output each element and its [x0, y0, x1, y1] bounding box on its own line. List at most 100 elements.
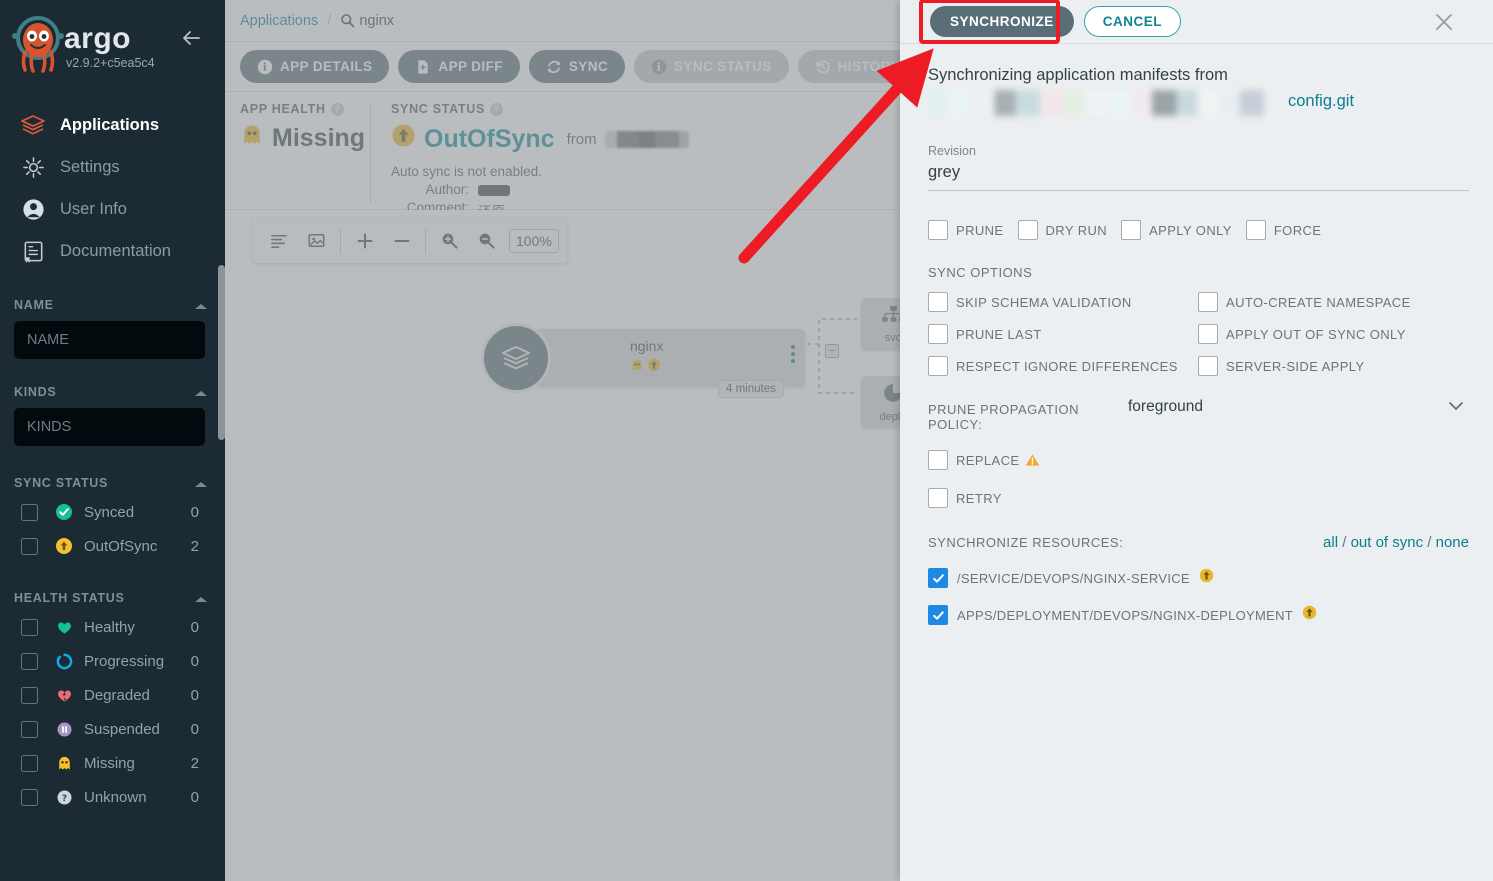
chevron-up-icon[interactable]: [193, 478, 209, 488]
breadcrumb-applications-link[interactable]: Applications: [240, 13, 318, 29]
filter-row-label: Healthy: [84, 618, 135, 636]
kebab-menu-icon[interactable]: [791, 345, 795, 363]
select-out-of-sync-link[interactable]: out of sync: [1351, 534, 1424, 551]
align-left-icon[interactable]: [261, 218, 298, 263]
circle-notch-icon: [55, 652, 73, 670]
filter-row-progressing[interactable]: Progressing 0: [14, 644, 211, 678]
chevron-up-icon[interactable]: [193, 593, 209, 603]
checkbox[interactable]: [21, 503, 38, 521]
option-respect-ignore-differences[interactable]: RESPECT IGNORE DIFFERENCES: [928, 356, 1198, 376]
sidebar-collapse-arrow-left-icon[interactable]: [179, 26, 203, 50]
option-apply-out-of-sync-only[interactable]: APPLY OUT OF SYNC ONLY: [1198, 324, 1468, 344]
resource-item-nginx-deployment[interactable]: APPS/DEPLOYMENT/DEVOPS/NGINX-DEPLOYMENT: [928, 605, 1469, 625]
sync-button[interactable]: SYNC: [528, 50, 625, 83]
option-label: DRY RUN: [1045, 222, 1108, 238]
filter-row-synced[interactable]: Synced 0: [14, 495, 211, 529]
sync-status-value-row: OutOfSync from: [391, 123, 689, 155]
sidebar-item-documentation[interactable]: Documentation: [0, 230, 225, 272]
chevron-up-icon[interactable]: [193, 387, 209, 397]
force-checkbox[interactable]: [1245, 220, 1266, 240]
filter-row-unknown[interactable]: ? Unknown 0: [14, 780, 211, 814]
prune-checkbox[interactable]: [928, 220, 948, 240]
option-server-side-apply[interactable]: SERVER-SIDE APPLY: [1198, 356, 1468, 376]
option-skip-schema-validation[interactable]: SKIP SCHEMA VALIDATION: [928, 292, 1198, 312]
file-diff-icon: [415, 59, 431, 75]
sidebar-scrollbar[interactable]: [218, 265, 225, 440]
chevron-up-icon[interactable]: [193, 300, 209, 310]
kinds-filter-input[interactable]: [14, 408, 205, 446]
dry-run-checkbox[interactable]: [1017, 220, 1038, 240]
option-auto-create-namespace[interactable]: AUTO-CREATE NAMESPACE: [1198, 292, 1468, 312]
checkbox[interactable]: [21, 788, 38, 806]
resource-checkbox[interactable]: [928, 568, 948, 588]
filter-row-missing[interactable]: Missing 2: [14, 746, 211, 780]
filter-section-header[interactable]: SYNC STATUS: [14, 476, 211, 490]
resource-checkbox[interactable]: [928, 605, 948, 625]
layers-icon: [16, 110, 50, 140]
checkbox[interactable]: [928, 292, 948, 312]
replace-checkbox[interactable]: [928, 450, 948, 470]
filter-row-degraded[interactable]: Degraded 0: [14, 678, 211, 712]
prune-policy-label: PRUNE PROPAGATION POLICY:: [928, 402, 1080, 432]
cancel-button[interactable]: CANCEL: [1083, 6, 1182, 37]
checkbox[interactable]: [1198, 356, 1218, 376]
repo-link[interactable]: config.git: [1288, 92, 1354, 111]
checkbox[interactable]: [21, 537, 38, 555]
checkbox[interactable]: [21, 720, 38, 738]
filter-row-label: OutOfSync: [84, 537, 158, 555]
minus-box-icon[interactable]: −: [825, 344, 839, 358]
checkbox[interactable]: [21, 618, 38, 636]
sidebar-item-settings[interactable]: Settings: [0, 146, 225, 188]
checkbox[interactable]: [21, 652, 38, 670]
select-none-link[interactable]: none: [1436, 534, 1469, 551]
checkbox[interactable]: [1198, 292, 1218, 312]
checkbox[interactable]: [1198, 324, 1218, 344]
sidebar-item-label: Settings: [60, 157, 120, 176]
checkbox[interactable]: [928, 324, 948, 344]
sidebar-item-applications[interactable]: Applications: [0, 104, 225, 146]
magnifier-minus-icon[interactable]: [468, 218, 505, 263]
option-retry[interactable]: RETRY: [928, 488, 1469, 508]
magnifier-plus-icon[interactable]: [431, 218, 468, 263]
app-details-button[interactable]: i APP DETAILS: [240, 50, 390, 83]
button-label: APP DETAILS: [280, 59, 373, 74]
option-label: REPLACE: [956, 452, 1020, 468]
option-prune-last[interactable]: PRUNE LAST: [928, 324, 1198, 344]
filter-section-header[interactable]: KINDS: [14, 385, 211, 399]
auto-sync-note: Auto sync is not enabled.: [391, 164, 542, 179]
sync-status-button[interactable]: i SYNC STATUS: [634, 50, 789, 83]
chevron-down-icon[interactable]: [1447, 399, 1465, 413]
checkbox[interactable]: [21, 754, 38, 772]
filter-row-outofsync[interactable]: OutOfSync 2: [14, 529, 211, 563]
graph-node-application[interactable]: nginx: [535, 329, 805, 387]
fit-to-screen-icon[interactable]: [298, 218, 335, 263]
select-all-link[interactable]: all: [1323, 534, 1338, 551]
revision-input[interactable]: grey: [928, 163, 1469, 182]
retry-checkbox[interactable]: [928, 488, 948, 508]
resource-item-nginx-service[interactable]: /SERVICE/DEVOPS/NGINX-SERVICE: [928, 568, 1469, 588]
close-icon[interactable]: [1433, 11, 1455, 33]
filter-row-suspended[interactable]: Suspended 0: [14, 712, 211, 746]
checkbox[interactable]: [928, 356, 948, 376]
filter-section-header[interactable]: HEALTH STATUS: [14, 591, 211, 605]
ghost-icon: [55, 754, 73, 772]
name-filter-input[interactable]: [14, 321, 205, 359]
apply-only-checkbox[interactable]: [1121, 220, 1142, 240]
filter-section-header[interactable]: NAME: [14, 298, 211, 312]
synchronize-button[interactable]: SYNCHRONIZE: [930, 6, 1074, 37]
filter-row-count: 0: [190, 503, 199, 521]
sync-panel-body: Synchronizing application manifests from…: [900, 44, 1493, 625]
help-tooltip-icon[interactable]: ?: [330, 102, 344, 116]
plus-icon[interactable]: [346, 218, 383, 263]
option-replace[interactable]: REPLACE: [928, 450, 1469, 470]
minus-icon[interactable]: [383, 218, 420, 263]
prune-policy-select[interactable]: foreground: [1128, 398, 1469, 416]
filter-row-count: 0: [190, 788, 199, 806]
app-diff-button[interactable]: APP DIFF: [398, 50, 520, 83]
checkbox[interactable]: [21, 686, 38, 704]
svg-text:?: ?: [61, 793, 66, 803]
sidebar-item-user-info[interactable]: User Info: [0, 188, 225, 230]
zoom-level-value[interactable]: 100%: [509, 228, 559, 253]
filter-row-healthy[interactable]: Healthy 0: [14, 610, 211, 644]
help-tooltip-icon[interactable]: ?: [490, 102, 504, 116]
